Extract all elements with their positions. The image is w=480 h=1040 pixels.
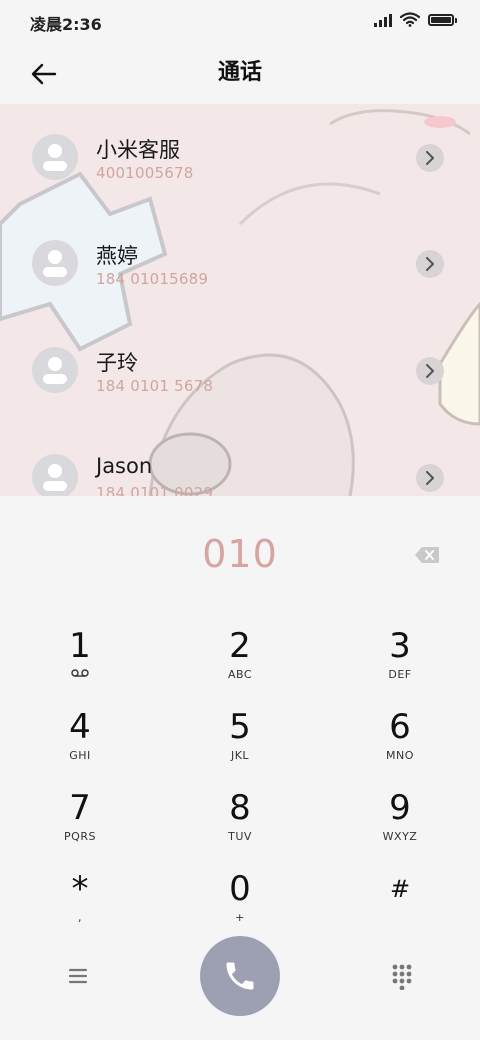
backspace-icon [415,547,439,563]
contact-details-button[interactable] [416,464,444,492]
contact-item[interactable]: Jason 184 0101 0029 [0,424,480,496]
key-digit: 1 [69,626,91,666]
menu-button[interactable] [66,964,90,988]
voicemail-icon [71,669,89,677]
battery-icon [428,13,457,26]
key-3[interactable]: 3 DEF [325,626,475,702]
key-5[interactable]: 5 JKL [165,707,315,783]
key-star[interactable]: * , [5,869,155,945]
contact-details-button[interactable] [416,357,444,385]
key-digit: 7 [69,788,91,828]
key-4[interactable]: 4 GHI [5,707,155,783]
contact-number: 4001005678 [96,164,194,182]
avatar [32,347,78,393]
key-8[interactable]: 8 TUV [165,788,315,864]
contact-number: 184 0101 5678 [96,377,214,395]
page-title: 通话 [217,60,262,85]
key-letters: TUV [228,830,252,843]
key-letters: WXYZ [382,830,418,843]
key-letters: GHI [69,749,91,762]
key-digit: 2 [229,626,251,666]
key-digit: * [71,869,89,909]
key-letters: DEF [388,668,412,681]
dialed-number-display: 010 [202,532,278,576]
contact-item[interactable]: 子玲 184 0101 5678 [0,317,480,417]
contact-name: 燕婷 [96,244,138,268]
chevron-right-icon [426,364,434,378]
avatar [32,240,78,286]
key-digit: 8 [229,788,251,828]
chevron-right-icon [426,257,434,271]
app-header: 通话 [0,42,480,102]
menu-icon [68,968,88,984]
key-digit: 9 [389,788,411,828]
contact-suggestion-list[interactable]: 小米客服 4001005678 燕婷 184 01015689 子玲 184 0… [0,104,480,496]
signal-icon [374,13,392,27]
contact-name: Jason [96,454,153,478]
contact-details-button[interactable] [416,144,444,172]
key-6[interactable]: 6 MNO [325,707,475,783]
key-1[interactable]: 1 [5,626,155,702]
status-time: 凌晨2:36 [30,15,102,34]
key-digit: 5 [229,707,251,747]
key-digit: 0 [229,869,251,909]
backspace-button[interactable] [414,546,440,568]
chevron-right-icon [426,151,434,165]
key-2[interactable]: 2 ABC [165,626,315,702]
dialpad-icon [392,964,412,991]
status-bar: 凌晨2:36 [0,0,480,42]
key-letters: PQRS [64,830,96,843]
dialpad-toggle-button[interactable] [388,962,416,991]
contact-number: 184 0101 0029 [96,484,214,496]
contact-name: 子玲 [96,351,138,375]
contact-number: 184 01015689 [96,270,209,288]
key-letters: + [235,911,245,924]
key-letters: ABC [227,668,253,681]
key-letters: JKL [230,749,250,762]
key-digit: # [389,875,411,903]
avatar [32,134,78,180]
key-7[interactable]: 7 PQRS [5,788,155,864]
phone-icon [226,962,254,990]
key-digit: 3 [389,626,411,666]
avatar [32,454,78,496]
key-9[interactable]: 9 WXYZ [325,788,475,864]
call-button[interactable] [200,936,280,1016]
key-hash[interactable]: # [325,869,475,945]
key-digit: 6 [389,707,411,747]
key-letters: , [78,911,82,924]
key-digit: 4 [69,707,91,747]
contact-item[interactable]: 燕婷 184 01015689 [0,210,480,310]
status-icons [374,12,457,27]
contact-name: 小米客服 [96,138,180,162]
wifi-icon [400,12,420,27]
chevron-right-icon [426,471,434,485]
key-0[interactable]: 0 + [165,869,315,945]
key-letters: MNO [386,749,414,762]
contact-item[interactable]: 小米客服 4001005678 [0,104,480,204]
contact-details-button[interactable] [416,250,444,278]
